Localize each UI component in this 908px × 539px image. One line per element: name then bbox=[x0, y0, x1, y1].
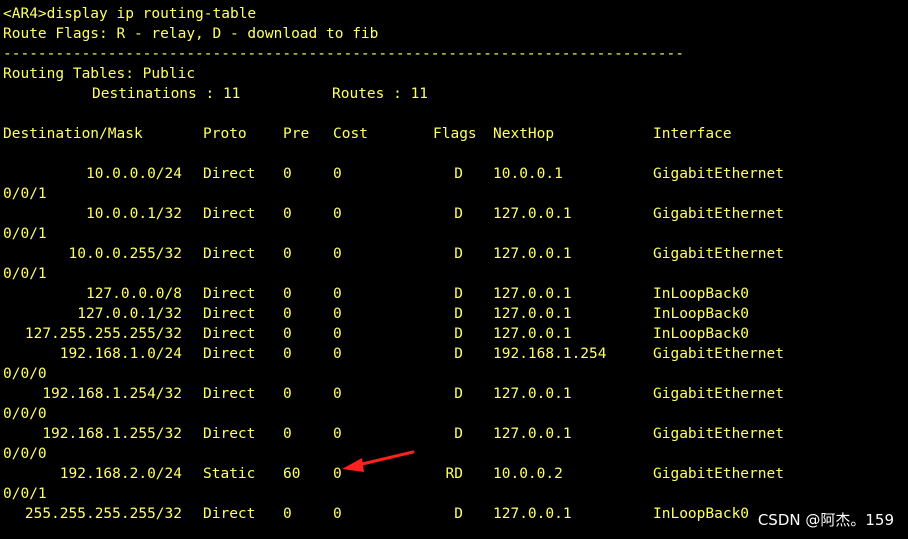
csdn-watermark: CSDN @阿杰。159 bbox=[757, 511, 894, 529]
terminal-window[interactable]: <AR4>display ip routing-table Route Flag… bbox=[0, 0, 908, 539]
red-arrow-icon bbox=[342, 450, 415, 472]
